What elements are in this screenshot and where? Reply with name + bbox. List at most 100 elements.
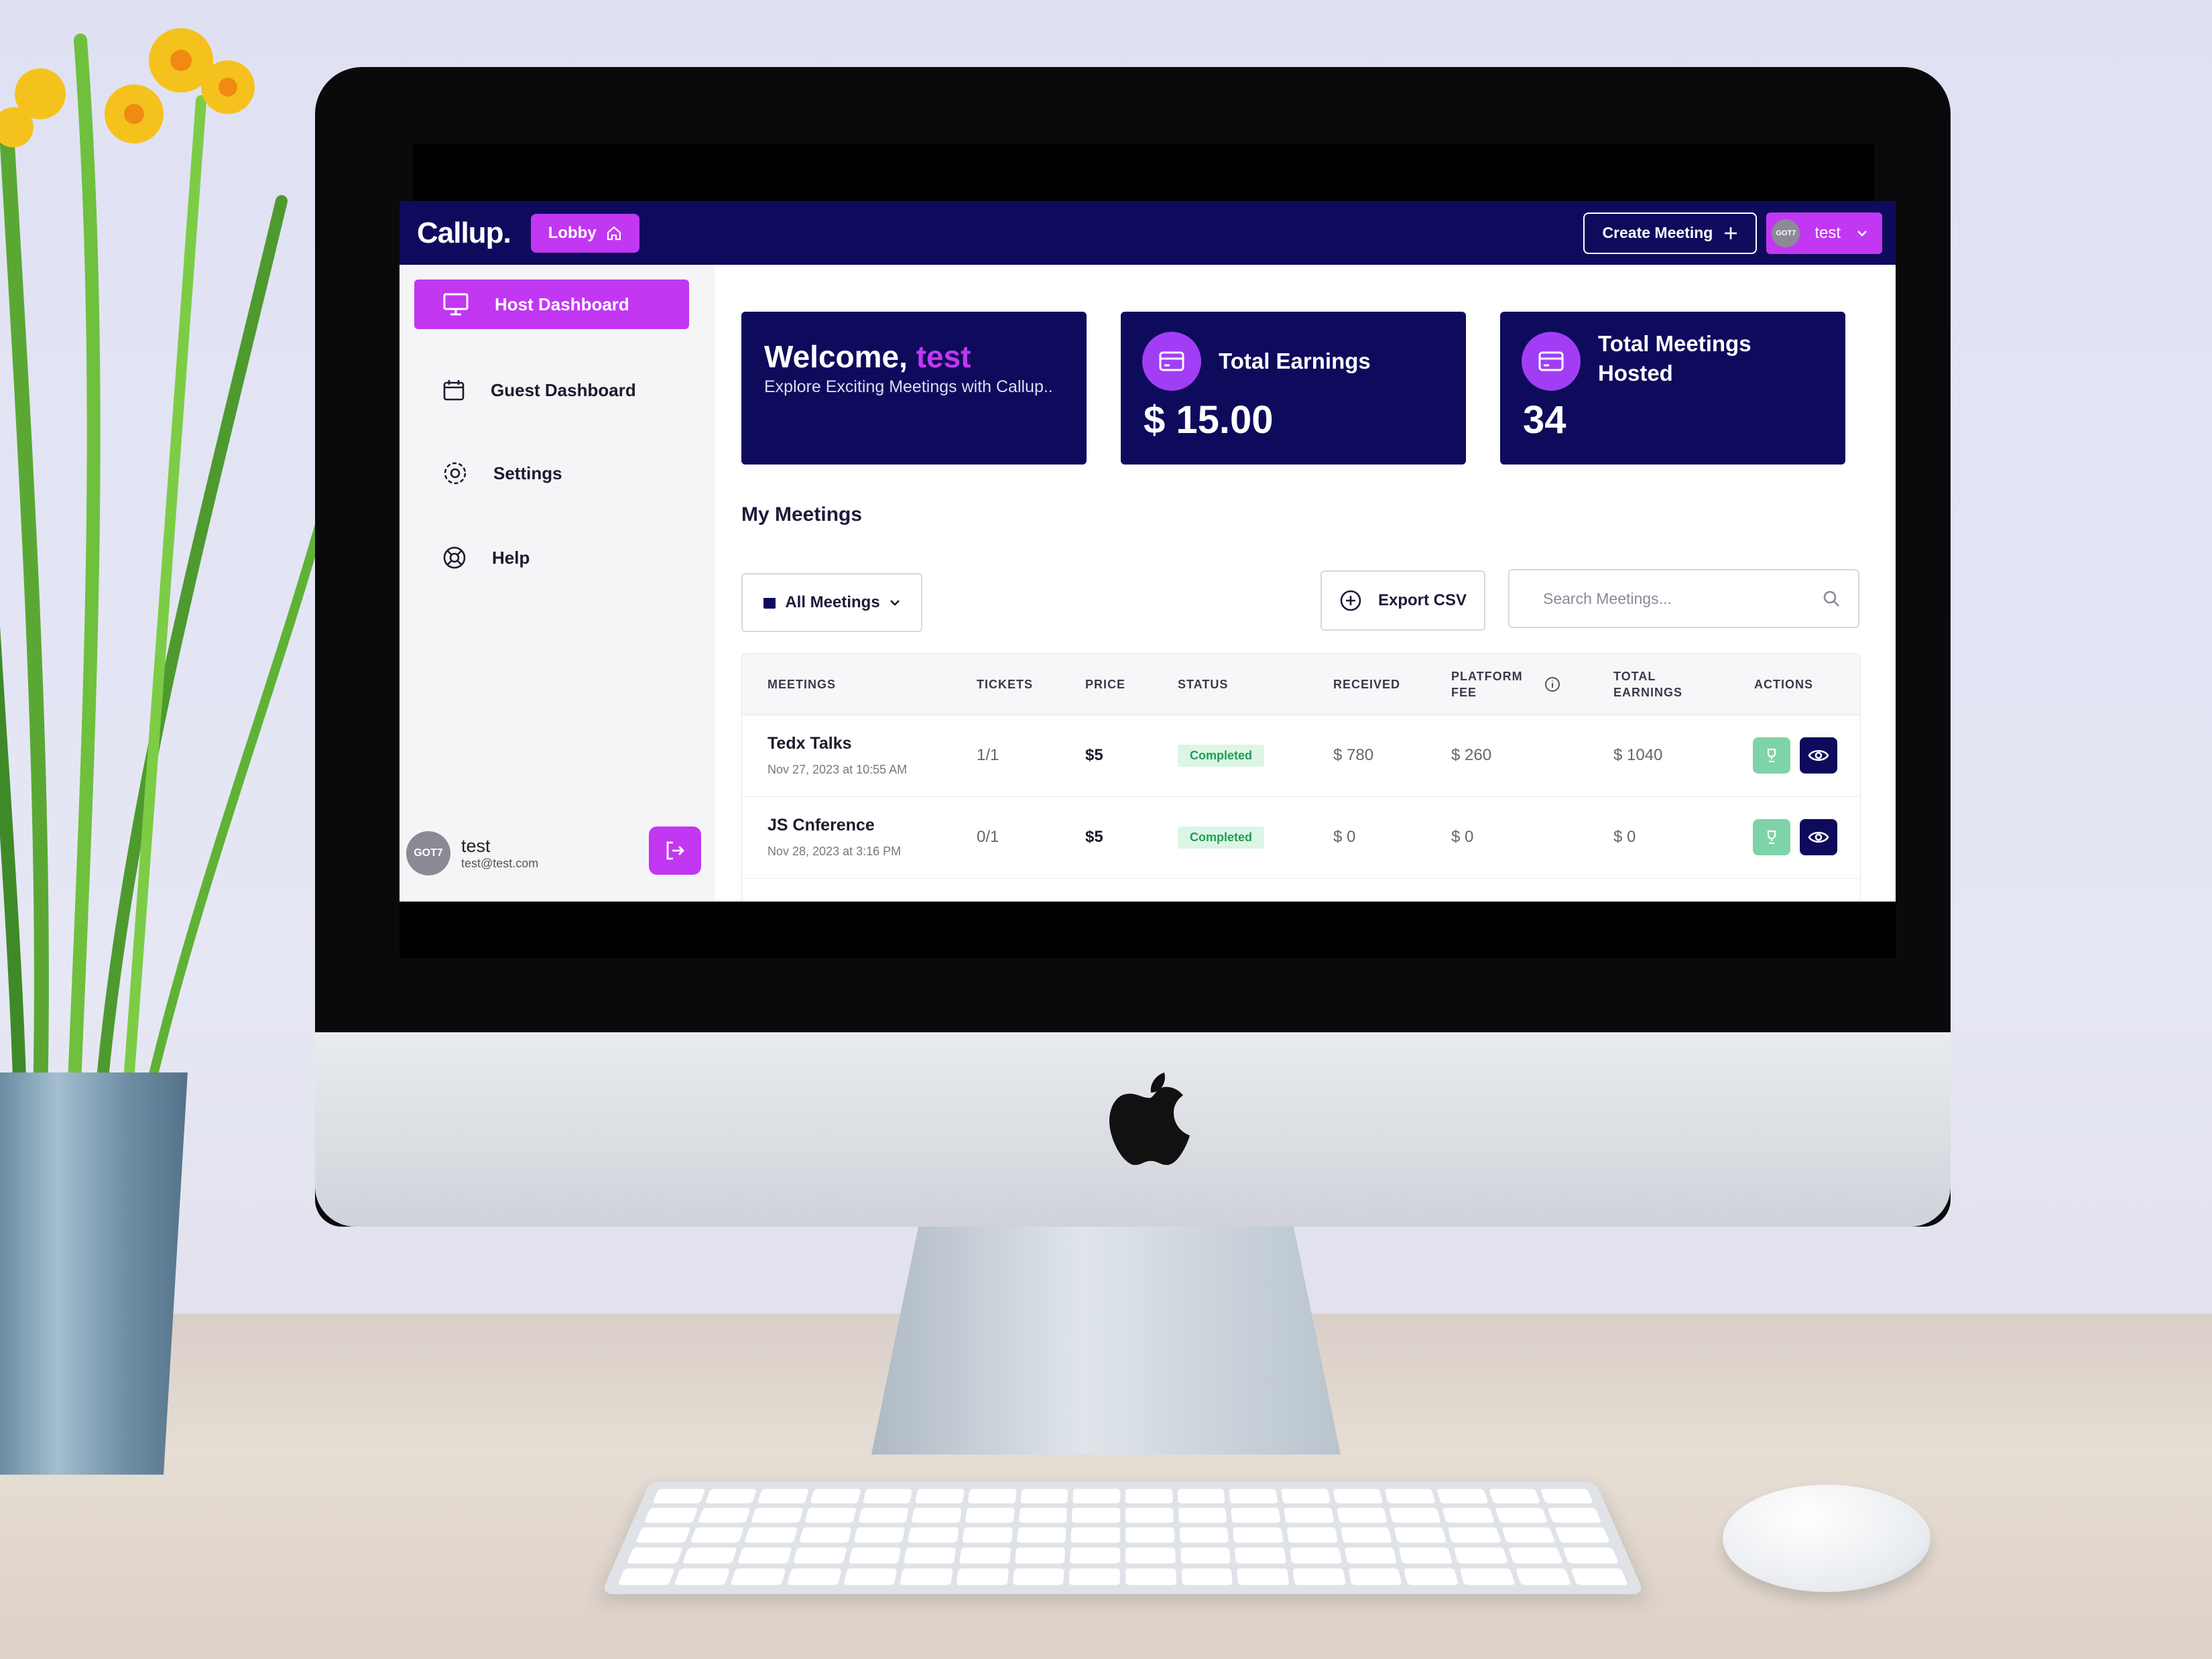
fee-cell: $ 260 <box>1451 746 1492 764</box>
total-earnings-card: Total Earnings $ 15.00 <box>1121 312 1466 465</box>
lobby-button[interactable]: Lobby <box>530 213 639 253</box>
calendar-icon <box>763 598 776 609</box>
plus-circle-icon <box>1340 590 1361 611</box>
sidebar-item-label: Host Dashboard <box>495 294 629 314</box>
status-cell: Completed <box>1178 715 1265 796</box>
create-meeting-label: Create Meeting <box>1602 224 1713 241</box>
export-label: Export CSV <box>1377 591 1467 609</box>
meetings-filter-dropdown[interactable]: All Meetings <box>741 573 922 632</box>
meeting-cell[interactable]: JS Cnference Nov 28, 2023 at 3:16 PM <box>767 796 901 878</box>
home-icon <box>607 226 621 240</box>
col-platform-fee-line1: PLATFORM <box>1451 670 1523 683</box>
earnings-value: $ 15.00 <box>1144 398 1274 442</box>
view-button[interactable] <box>1800 737 1837 774</box>
credit-card-icon <box>1142 332 1201 391</box>
col-total-line1: TOTAL <box>1613 670 1656 683</box>
search-placeholder: Search Meetings... <box>1543 589 1672 607</box>
profile-email: test@test.com <box>461 857 539 870</box>
total-meetings-card: Total Meetings Hosted 34 <box>1500 312 1845 465</box>
col-tickets: TICKETS <box>977 678 1034 691</box>
col-total-line2: EARNINGS <box>1613 686 1683 699</box>
col-meetings: MEETINGS <box>767 678 837 691</box>
total-cell: $ 1040 <box>1613 746 1663 764</box>
trophy-icon <box>1767 748 1776 763</box>
col-received: RECEIVED <box>1333 678 1401 691</box>
user-menu-name: test <box>1815 223 1841 242</box>
col-status: STATUS <box>1178 678 1229 691</box>
welcome-name: test <box>916 339 971 374</box>
daffodil-plant <box>0 28 340 1099</box>
filter-label: All Meetings <box>785 593 880 611</box>
user-menu-button[interactable]: GOT7 test <box>1766 212 1882 254</box>
top-navbar: Callup. Lobby Create Meeting GOT7 test <box>400 201 1896 265</box>
mouse <box>1723 1485 1930 1592</box>
status-cell: Completed <box>1178 796 1265 878</box>
col-total-earnings: TOTAL EARNINGS <box>1613 654 1682 715</box>
keyboard <box>601 1481 1645 1595</box>
welcome-card: Welcome, test Explore Exciting Meetings … <box>741 312 1087 465</box>
create-meeting-button[interactable]: Create Meeting <box>1583 212 1758 254</box>
meetings-label-line1: Total Meetings <box>1598 331 1752 356</box>
col-actions: ACTIONS <box>1754 678 1813 691</box>
tickets-cell: 0/1 <box>977 828 999 846</box>
search-input[interactable]: Search Meetings... <box>1508 569 1859 628</box>
eye-icon <box>1808 831 1829 843</box>
meeting-date: Nov 28, 2023 at 3:16 PM <box>767 845 902 858</box>
col-platform-fee-line2: FEE <box>1451 686 1477 699</box>
app-screen: Callup. Lobby Create Meeting GOT7 test H… <box>400 201 1896 902</box>
avatar: GOT7 <box>406 831 450 875</box>
sidebar-item-host-dashboard[interactable]: Host Dashboard <box>414 280 689 329</box>
logout-icon <box>666 841 684 860</box>
monitor-icon <box>443 293 469 316</box>
calendar-icon <box>443 380 465 401</box>
credit-card-icon <box>1522 332 1581 391</box>
welcome-title: Welcome, test <box>764 339 971 375</box>
screen-letterbox-top <box>413 144 1874 201</box>
sidebar-item-label: Help <box>492 547 530 568</box>
trophy-button[interactable] <box>1753 737 1790 774</box>
price-cell: $5 <box>1085 828 1103 846</box>
profile-name: test <box>461 836 491 856</box>
meetings-label: Total Meetings Hosted <box>1598 329 1752 388</box>
user-profile: GOT7 test test@test.com <box>406 826 701 880</box>
welcome-subtitle: Explore Exciting Meetings with Callup.. <box>764 377 1053 396</box>
imac-stand <box>871 1227 1341 1455</box>
table-row: Tedx Talks Nov 27, 2023 at 10:55 AM 1/1 … <box>742 715 1860 797</box>
meeting-title: JS Cnference <box>767 816 875 835</box>
info-icon[interactable] <box>1544 676 1560 692</box>
search-icon <box>1823 591 1839 607</box>
meetings-label-line2: Hosted <box>1598 361 1673 385</box>
brand-logo[interactable]: Callup. <box>417 217 511 250</box>
tickets-cell: 1/1 <box>977 746 999 764</box>
meeting-title: Tedx Talks <box>767 734 852 753</box>
lifebuoy-icon <box>443 546 466 569</box>
meeting-date: Nov 27, 2023 at 10:55 AM <box>767 763 908 776</box>
col-price: PRICE <box>1085 678 1126 691</box>
sidebar-item-settings[interactable]: Settings <box>414 448 689 498</box>
actions-cell <box>1753 715 1837 796</box>
status-badge: Completed <box>1178 826 1265 849</box>
earnings-label: Total Earnings <box>1219 349 1371 373</box>
sidebar-item-help[interactable]: Help <box>414 533 689 582</box>
chevron-down-icon <box>889 600 900 606</box>
section-title: My Meetings <box>741 503 863 526</box>
view-button[interactable] <box>1800 819 1837 855</box>
meetings-value: 34 <box>1523 398 1566 442</box>
meetings-table: MEETINGS TICKETS PRICE STATUS RECEIVED P… <box>741 654 1861 902</box>
actions-cell <box>1753 796 1837 878</box>
trophy-icon <box>1767 830 1776 845</box>
table-header: MEETINGS TICKETS PRICE STATUS RECEIVED P… <box>742 654 1860 715</box>
user-avatar: GOT7 <box>1772 219 1800 247</box>
plant-pot <box>0 1072 188 1475</box>
logout-button[interactable] <box>649 826 701 875</box>
welcome-prefix: Welcome, <box>764 339 908 374</box>
export-csv-button[interactable]: Export CSV <box>1320 570 1485 631</box>
status-badge: Completed <box>1178 744 1265 767</box>
received-cell: $ 780 <box>1333 746 1374 764</box>
sidebar-item-guest-dashboard[interactable]: Guest Dashboard <box>414 365 689 415</box>
meeting-cell[interactable]: Tedx Talks Nov 27, 2023 at 10:55 AM <box>767 715 907 796</box>
sidebar-item-label: Settings <box>493 463 562 483</box>
chevron-down-icon <box>1857 230 1867 237</box>
main-content: Welcome, test Explore Exciting Meetings … <box>715 265 1896 902</box>
trophy-button[interactable] <box>1753 819 1790 855</box>
